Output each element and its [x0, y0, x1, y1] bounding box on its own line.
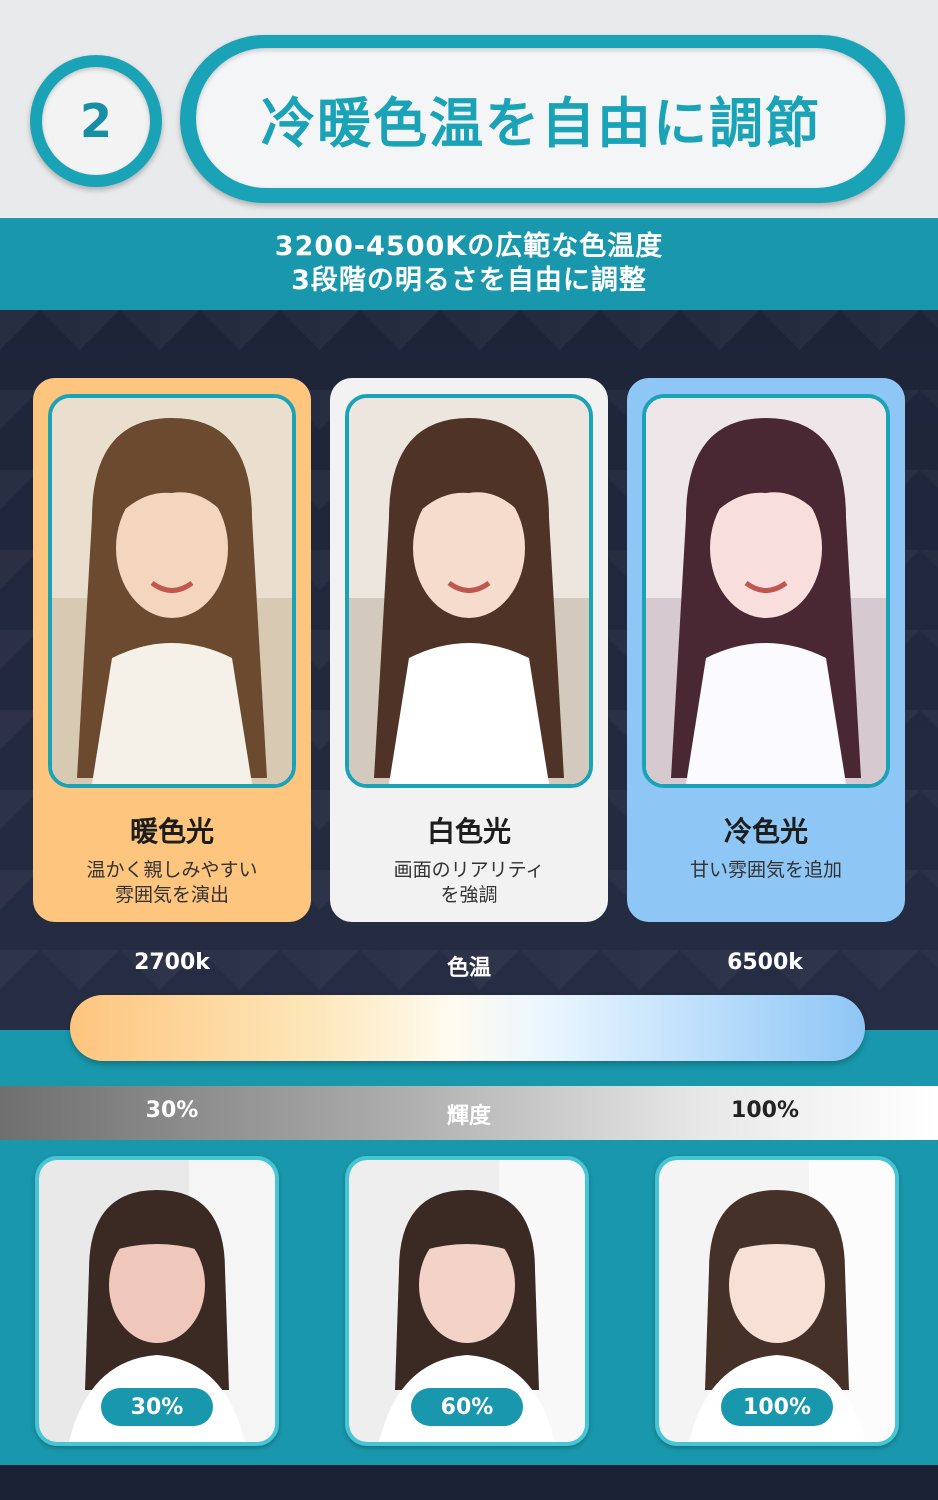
brightness-max-label: 100%: [731, 1098, 799, 1123]
mode-title-white: 白色光: [426, 815, 511, 848]
subtitle-line-2: 3段階の明るさを自由に調整: [291, 265, 647, 296]
brightness-level-badge: 100%: [721, 1388, 833, 1426]
temp-max-label: 6500k: [727, 950, 803, 975]
subtitle-banner: 3200-4500Kの広範な色温度 3段階の明るさを自由に調整: [0, 218, 938, 310]
brightness-level-badge: 30%: [101, 1388, 213, 1426]
step-number: 2: [42, 67, 150, 175]
mode-desc-warm: 温かく親しみやすい 雰囲気を演出: [33, 858, 311, 908]
temp-center-label: 色温: [446, 956, 492, 981]
title-pill: 冷暖色温を自由に調節: [180, 35, 905, 203]
brightness-min-label: 30%: [145, 1098, 199, 1123]
brightness-center-label: 輝度: [446, 1104, 492, 1129]
mode-card-cool: 冷色光 甘い雰囲気を追加: [627, 378, 905, 922]
mode-title-warm: 暖色光: [129, 815, 214, 848]
header: 2 冷暖色温を自由に調節: [0, 0, 938, 218]
mode-title-cool: 冷色光: [723, 815, 808, 848]
mode-card-warm: 暖色光 温かく親しみやすい 雰囲気を演出: [33, 378, 311, 922]
mode-desc-cool: 甘い雰囲気を追加: [627, 858, 905, 883]
mode-desc-line: 甘い雰囲気を追加: [689, 859, 842, 881]
mode-card-white: 白色光 画面のリアリティ を強調: [330, 378, 608, 922]
brightness-thumb-30: 30%: [35, 1156, 279, 1446]
page-title: 冷暖色温を自由に調節: [196, 48, 886, 188]
subtitle-line-1: 3200-4500Kの広範な色温度: [274, 231, 664, 262]
portrait-image: [349, 398, 589, 784]
brightness-examples: 30% 60% 100%: [0, 1140, 938, 1465]
color-mode-section: 暖色光 温かく親しみやすい 雰囲気を演出 白色光 画面のリアリティ を強調 冷色…: [0, 310, 938, 1030]
portrait-photo-warm: [48, 394, 296, 788]
mode-desc-line: 雰囲気を演出: [114, 884, 229, 906]
brightness-band: 30% 輝度 100%: [0, 1086, 938, 1140]
portrait-image: [52, 398, 292, 784]
mode-desc-line: 温かく親しみやすい: [86, 859, 258, 881]
bottom-strip: [0, 1465, 938, 1500]
temperature-gradient-bar: [70, 995, 865, 1061]
portrait-photo-white: [345, 394, 593, 788]
mode-desc-line: 画面のリアリティ: [393, 859, 545, 881]
mode-desc-white: 画面のリアリティ を強調: [330, 858, 608, 908]
step-number-badge: 2: [30, 55, 162, 187]
portrait-photo-cool: [642, 394, 890, 788]
brightness-thumb-60: 60%: [345, 1156, 589, 1446]
mode-desc-line: を強調: [440, 884, 498, 906]
temperature-labels: 2700k 色温 6500k: [0, 950, 938, 981]
brightness-thumb-100: 100%: [655, 1156, 899, 1446]
temp-min-label: 2700k: [134, 950, 210, 975]
brightness-level-badge: 60%: [411, 1388, 523, 1426]
portrait-image: [646, 398, 886, 784]
